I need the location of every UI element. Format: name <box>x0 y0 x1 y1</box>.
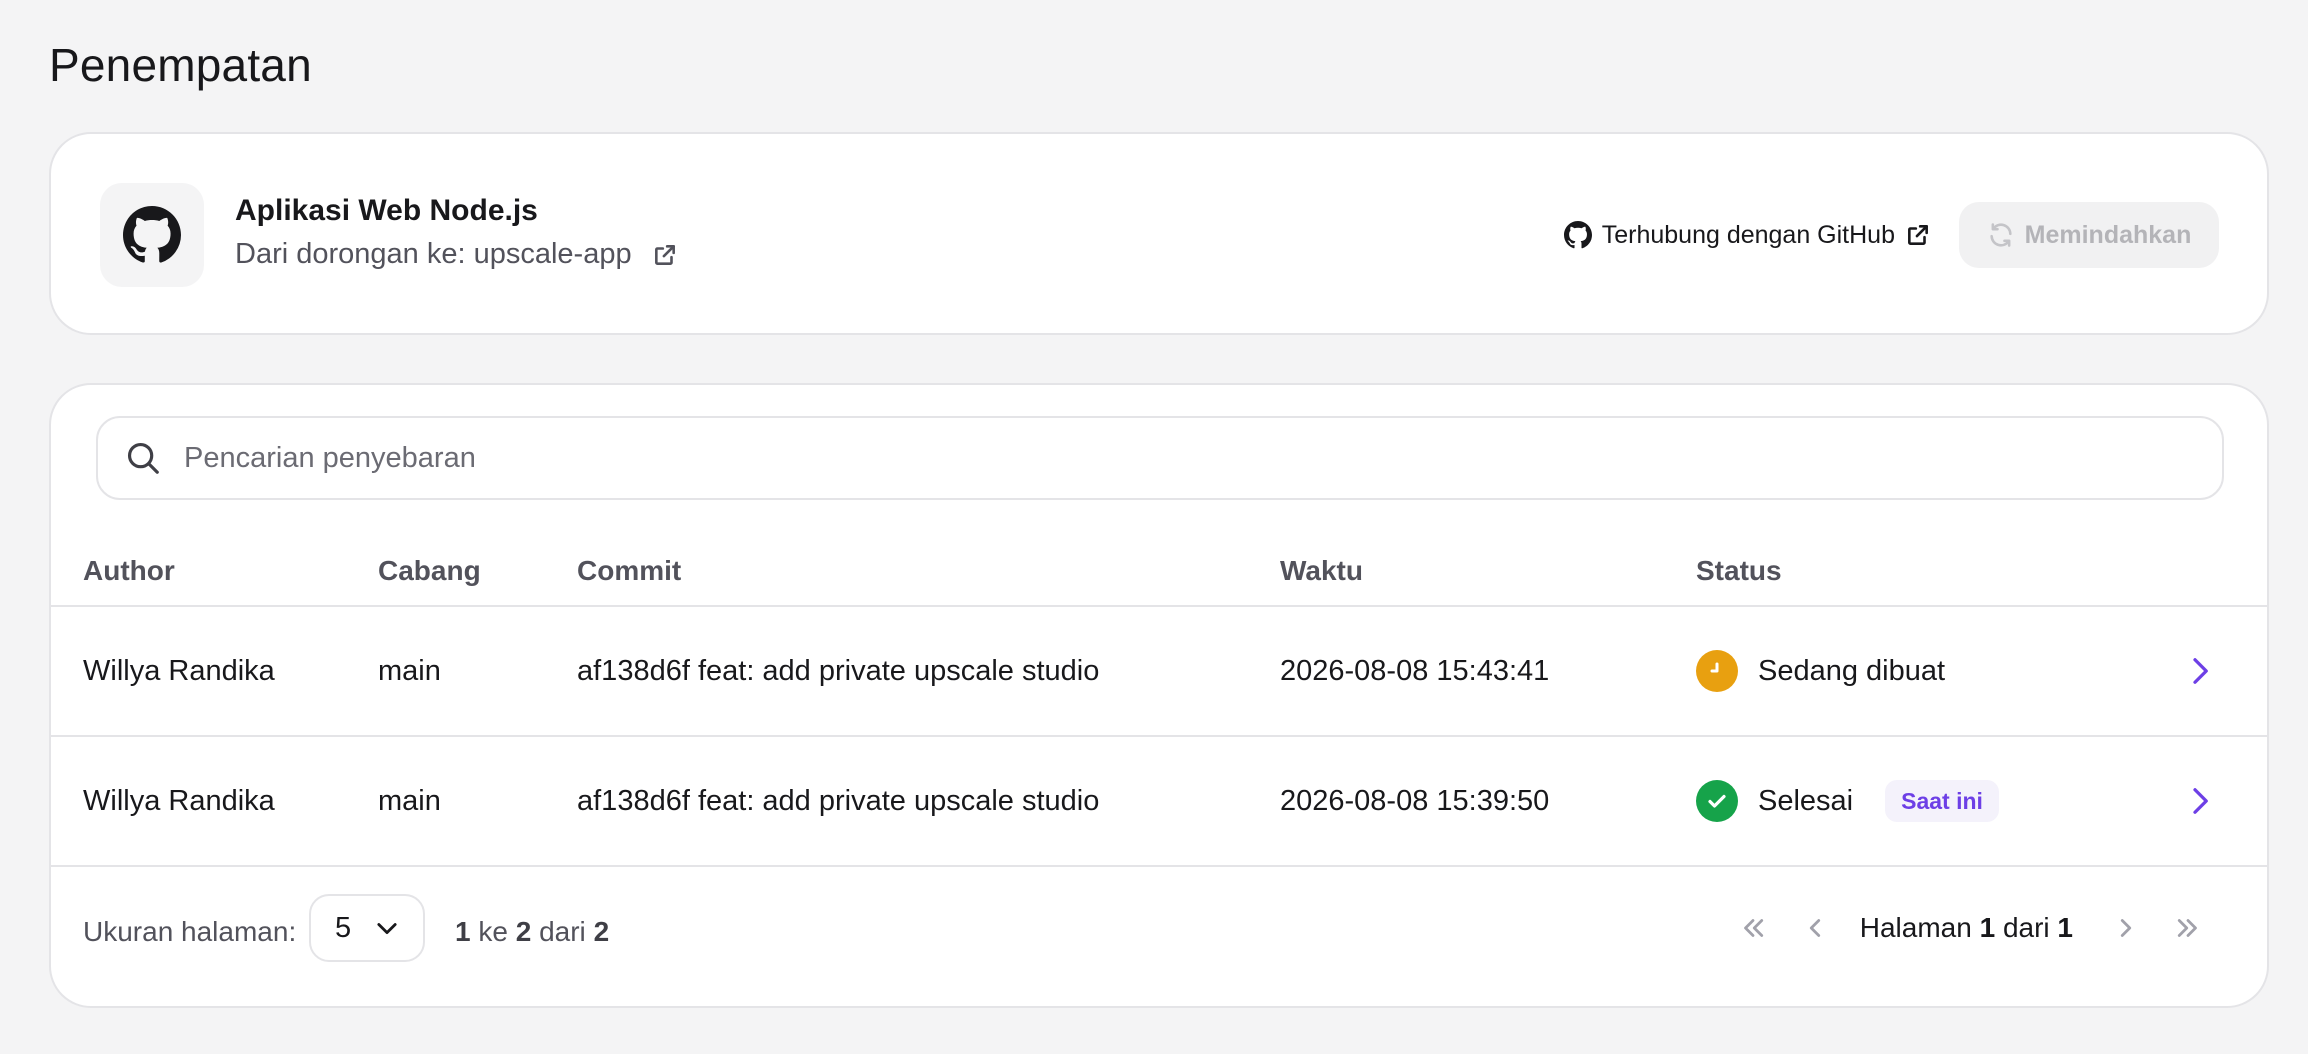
page-size-select[interactable]: 5 <box>309 894 425 962</box>
deploy-button-label: Memindahkan <box>2024 220 2192 249</box>
chevrons-left-icon <box>1743 919 1763 937</box>
first-page-button[interactable] <box>1722 897 1784 959</box>
clock-icon <box>1696 650 1738 692</box>
cell-commit: af138d6f feat: add private upscale studi… <box>577 784 1100 817</box>
github-link-label: Terhubung dengan GitHub <box>1601 220 1895 249</box>
chevron-right-icon <box>2193 788 2208 814</box>
chevrons-right-icon <box>2177 919 2197 937</box>
next-page-button[interactable] <box>2095 897 2157 959</box>
cell-branch: main <box>378 784 441 817</box>
repository-card: Aplikasi Web Node.js Dari dorongan ke: u… <box>49 132 2269 335</box>
cell-time: 2026-08-08 15:43:41 <box>1280 654 1550 687</box>
table-row[interactable]: Willya Randika main af138d6f feat: add p… <box>51 737 2267 867</box>
chevron-down-icon <box>377 923 397 935</box>
repo-actions: Terhubung dengan GitHub Memindahkan <box>1563 202 2219 268</box>
github-icon <box>123 206 181 263</box>
refresh-icon <box>1990 223 2012 247</box>
source-prefix: Dari dorongan ke: <box>235 238 466 270</box>
cell-branch: main <box>378 654 441 687</box>
pagination-bar: Ukuran halaman: 5 1 ke 2 dari 2 Halaman <box>51 869 2267 999</box>
cell-author: Willya Randika <box>83 654 275 687</box>
cell-author: Willya Randika <box>83 784 275 817</box>
previous-page-button[interactable] <box>1784 897 1846 959</box>
search-input[interactable] <box>184 441 2222 475</box>
column-header-commit[interactable]: Commit <box>577 555 681 587</box>
column-header-author[interactable]: Author <box>83 555 175 587</box>
chevron-left-icon <box>1809 919 1820 937</box>
external-link-icon[interactable] <box>652 242 678 268</box>
search-bar <box>96 416 2224 500</box>
search-icon <box>127 442 159 474</box>
github-icon <box>1563 221 1592 249</box>
cell-status: Selesai Saat ini <box>1696 737 1999 865</box>
repo-icon-container <box>100 183 204 287</box>
deploy-button[interactable]: Memindahkan <box>1959 202 2219 268</box>
cell-commit: af138d6f feat: add private upscale studi… <box>577 654 1100 687</box>
status-label: Sedang dibuat <box>1758 654 1946 687</box>
page-title: Penempatan <box>49 39 312 91</box>
cell-status: Sedang dibuat <box>1696 607 1945 735</box>
repo-name: Aplikasi Web Node.js <box>235 194 538 227</box>
page-navigation: Halaman 1 dari 1 <box>1722 897 2219 959</box>
table-row[interactable]: Willya Randika main af138d6f feat: add p… <box>51 607 2267 737</box>
column-header-time[interactable]: Waktu <box>1280 555 1363 587</box>
row-details-button[interactable] <box>2185 737 2215 865</box>
status-label: Selesai <box>1758 784 1854 817</box>
row-details-button[interactable] <box>2185 607 2215 735</box>
github-connection-link[interactable]: Terhubung dengan GitHub <box>1563 220 1931 250</box>
cell-time: 2026-08-08 15:39:50 <box>1280 784 1550 817</box>
repo-source-text: Dari dorongan ke: upscale-app <box>235 238 632 271</box>
column-header-status[interactable]: Status <box>1696 555 1782 587</box>
column-header-branch[interactable]: Cabang <box>378 555 481 587</box>
table-header: Author Cabang Commit Waktu Status <box>51 555 2267 607</box>
page-range: 1 ke 2 dari 2 <box>455 916 610 947</box>
chevron-right-icon <box>2120 919 2132 937</box>
source-repo-name: upscale-app <box>473 238 632 270</box>
page-size-value: 5 <box>335 911 352 944</box>
external-link-icon <box>1908 225 1928 245</box>
current-badge: Saat ini <box>1885 780 1999 822</box>
chevron-right-icon <box>2193 658 2208 684</box>
page-size-label: Ukuran halaman: <box>83 916 297 947</box>
deployments-card: Author Cabang Commit Waktu Status Willya… <box>49 383 2269 1008</box>
page-info: Halaman 1 dari 1 <box>1859 912 2073 943</box>
check-icon <box>1696 780 1738 822</box>
last-page-button[interactable] <box>2157 897 2219 959</box>
repo-source: Dari dorongan ke: upscale-app <box>235 238 678 271</box>
